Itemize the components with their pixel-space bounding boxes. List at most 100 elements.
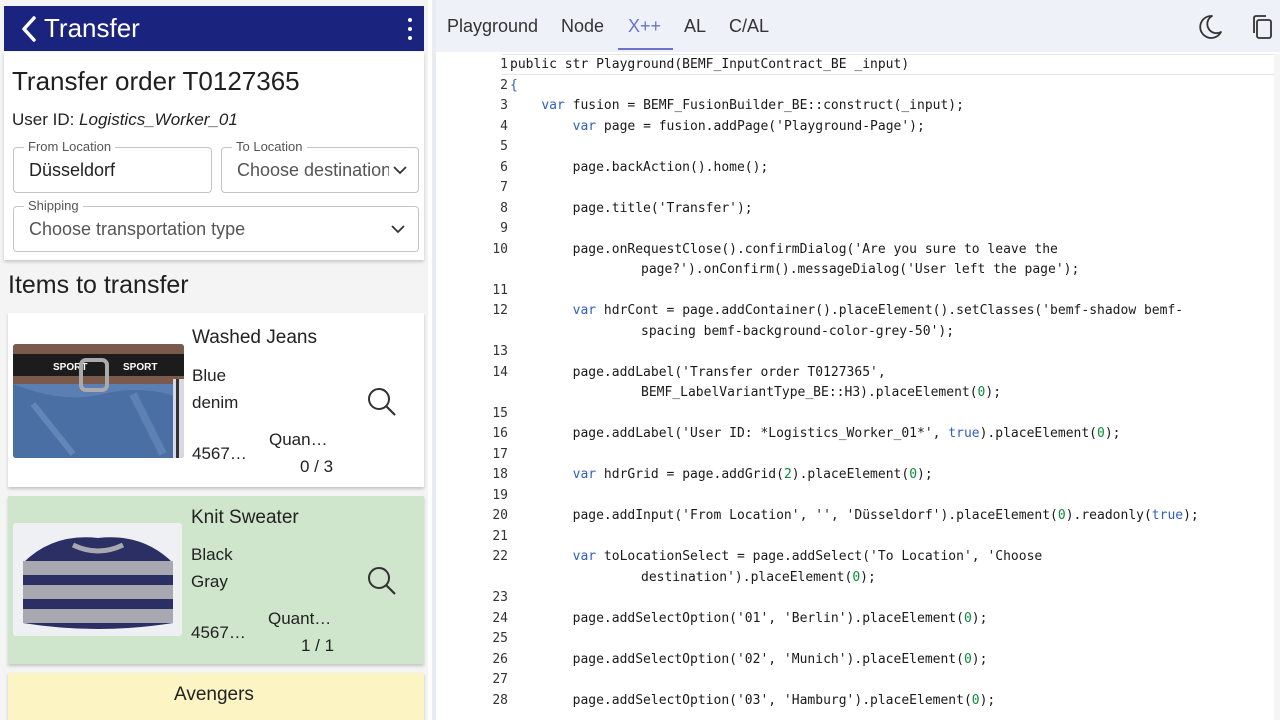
code-text: page.onRequestClose().confirmDialog('Are… [510, 241, 1058, 257]
tab-node[interactable]: Node [561, 16, 604, 37]
to-location-placeholder: Choose destination [237, 160, 389, 180]
mobile-preview: Transfer Transfer order T0127365 User ID… [0, 0, 428, 720]
code-line: 17 [436, 444, 1280, 465]
item-image [13, 523, 182, 636]
code-text: page.addSelectOption('01', 'Berlin').pla… [510, 610, 988, 626]
code-text: { [510, 77, 518, 93]
code-line: spacing bemf-background-color-grey-50'); [436, 321, 1280, 342]
code-line: 16 page.addLabel('User ID: *Logistics_Wo… [436, 423, 1280, 444]
back-button[interactable] [14, 6, 44, 51]
chevron-left-icon [22, 15, 36, 42]
code-line: 9 [436, 218, 1280, 239]
code-area[interactable]: 1 public str Playground(BEMF_InputContrac… [436, 54, 1280, 720]
code-line: 2{ [436, 75, 1280, 96]
to-location-select[interactable]: To Location Choose destination [221, 139, 419, 193]
editor-scrollbar[interactable] [1274, 54, 1280, 720]
order-title: Transfer order T0127365 [12, 66, 300, 96]
code-line: 19 [436, 485, 1280, 506]
line-number: 9 [500, 221, 508, 236]
line-number: 7 [500, 180, 508, 195]
line-number: 20 [492, 508, 508, 523]
line-number: 15 [492, 405, 508, 421]
quantity-value: 1 / 1 [301, 636, 335, 655]
search-icon[interactable] [366, 565, 398, 597]
user-id-prefix: User ID: [12, 110, 80, 129]
line-number: 17 [492, 446, 508, 462]
code-line: 22 var toLocationSelect = page.addSelect… [436, 546, 1280, 567]
line-number: 18 [492, 467, 508, 482]
line-number: 14 [492, 364, 508, 380]
code-line: page?').onConfirm().messageDialog('User … [436, 259, 1280, 280]
code-text: page.addLabel('User ID: *Logistics_Worke… [510, 426, 1121, 441]
from-location-field[interactable]: From Location Düsseldorf [13, 139, 212, 193]
line-number: 27 [492, 672, 508, 687]
svg-text:SPORT: SPORT [123, 362, 157, 373]
code-text: page.addSelectOption('02', 'Munich').pla… [510, 651, 988, 667]
line-number: 25 [492, 631, 508, 646]
search-icon[interactable] [366, 386, 398, 418]
shipping-placeholder: Choose transportation type [29, 219, 246, 239]
line-number: 24 [492, 610, 508, 626]
line-number: 11 [492, 282, 508, 298]
language-tabs: Playground Node X++ AL C/AL [436, 0, 1280, 52]
from-location-value: Düsseldorf [29, 160, 116, 180]
header-container: Transfer order T0127365 User ID: Logisti… [4, 52, 424, 260]
chevron-down-icon [393, 166, 407, 175]
line-number: 26 [492, 651, 508, 667]
line-number: 28 [492, 692, 508, 708]
line-number: 10 [492, 241, 508, 257]
code-line: 12 var hdrCont = page.addContainer().pla… [436, 300, 1280, 321]
code-text: var fusion = BEMF_FusionBuilder_BE::cons… [541, 98, 964, 113]
code-line: 7 [436, 177, 1280, 198]
moon-icon[interactable] [1196, 13, 1224, 41]
tab-al[interactable]: AL [684, 16, 706, 37]
item-card[interactable]: Knit Sweater Black Gray 4567… Quant… 1 /… [8, 496, 424, 664]
user-id-value: Logistics_Worker_01 [79, 110, 238, 129]
shipping-label: Shipping [24, 198, 83, 213]
items-section-title: Items to transfer [8, 271, 189, 299]
shipping-select[interactable]: Shipping Choose transportation type [13, 198, 419, 252]
code-line: 1 public str Playground(BEMF_InputContrac… [436, 54, 1280, 75]
more-menu-icon[interactable] [406, 18, 414, 40]
code-text: page.title('Transfer'); [510, 200, 753, 216]
tab-xpp[interactable]: X++ [628, 16, 661, 37]
app-bar: Transfer [4, 6, 424, 51]
code-text: page.addInput('From Location', '', 'Düss… [510, 508, 1199, 523]
item-attribute: denim [192, 393, 239, 412]
app-root: Transfer Transfer order T0127365 User ID… [0, 0, 1280, 720]
item-card[interactable]: SPORT SPORT Washed Jeans Blue denim 4567… [8, 313, 424, 487]
code-text: var page = fusion.addPage('Playground-Pa… [572, 118, 925, 134]
line-number: 8 [500, 200, 508, 216]
code-text: page.backAction().home(); [510, 159, 769, 175]
code-line: 26 page.addSelectOption('02', 'Munich').… [436, 649, 1280, 670]
item-image: SPORT SPORT [13, 344, 184, 458]
quantity-value: 0 / 3 [300, 457, 334, 476]
code-text: destination').placeElement(0); [641, 569, 876, 585]
item-sku: 4567… [191, 623, 246, 642]
code-line: 18 var hdrGrid = page.addGrid(2).placeEl… [436, 464, 1280, 485]
tab-cal[interactable]: C/AL [729, 16, 769, 37]
line-number: 13 [492, 344, 508, 359]
code-line: 28 page.addSelectOption('03', 'Hamburg')… [436, 690, 1280, 711]
user-id-label: User ID: Logistics_Worker_01 [12, 110, 238, 130]
code-line: 11 [436, 280, 1280, 301]
code-line: 15 [436, 403, 1280, 424]
quantity-label: Quan… [269, 430, 328, 449]
item-card[interactable]: Avengers [8, 673, 424, 720]
tab-playground[interactable]: Playground [447, 16, 538, 37]
line-number: 22 [492, 549, 508, 564]
chevron-down-icon [391, 225, 405, 234]
code-text: var hdrGrid = page.addGrid(2).placeEleme… [572, 467, 933, 482]
code-text: var hdrCont = page.addContainer().placeE… [572, 303, 1184, 318]
app-bar-title: Transfer [44, 13, 140, 43]
line-number: 5 [500, 139, 508, 154]
line-number: 21 [492, 528, 508, 544]
code-line: 27 [436, 669, 1280, 690]
code-text: BEMF_LabelVariantType_BE::H3).placeEleme… [641, 385, 1002, 400]
code-line: 23 [436, 587, 1280, 608]
code-text: public str Playground(BEMF_InputContract… [510, 57, 910, 72]
copy-icon[interactable] [1248, 13, 1276, 41]
code-text: var toLocationSelect = page.addSelect('T… [572, 549, 1043, 564]
item-name: Washed Jeans [192, 327, 317, 348]
code-line: 10 page.onRequestClose().confirmDialog('… [436, 239, 1280, 260]
